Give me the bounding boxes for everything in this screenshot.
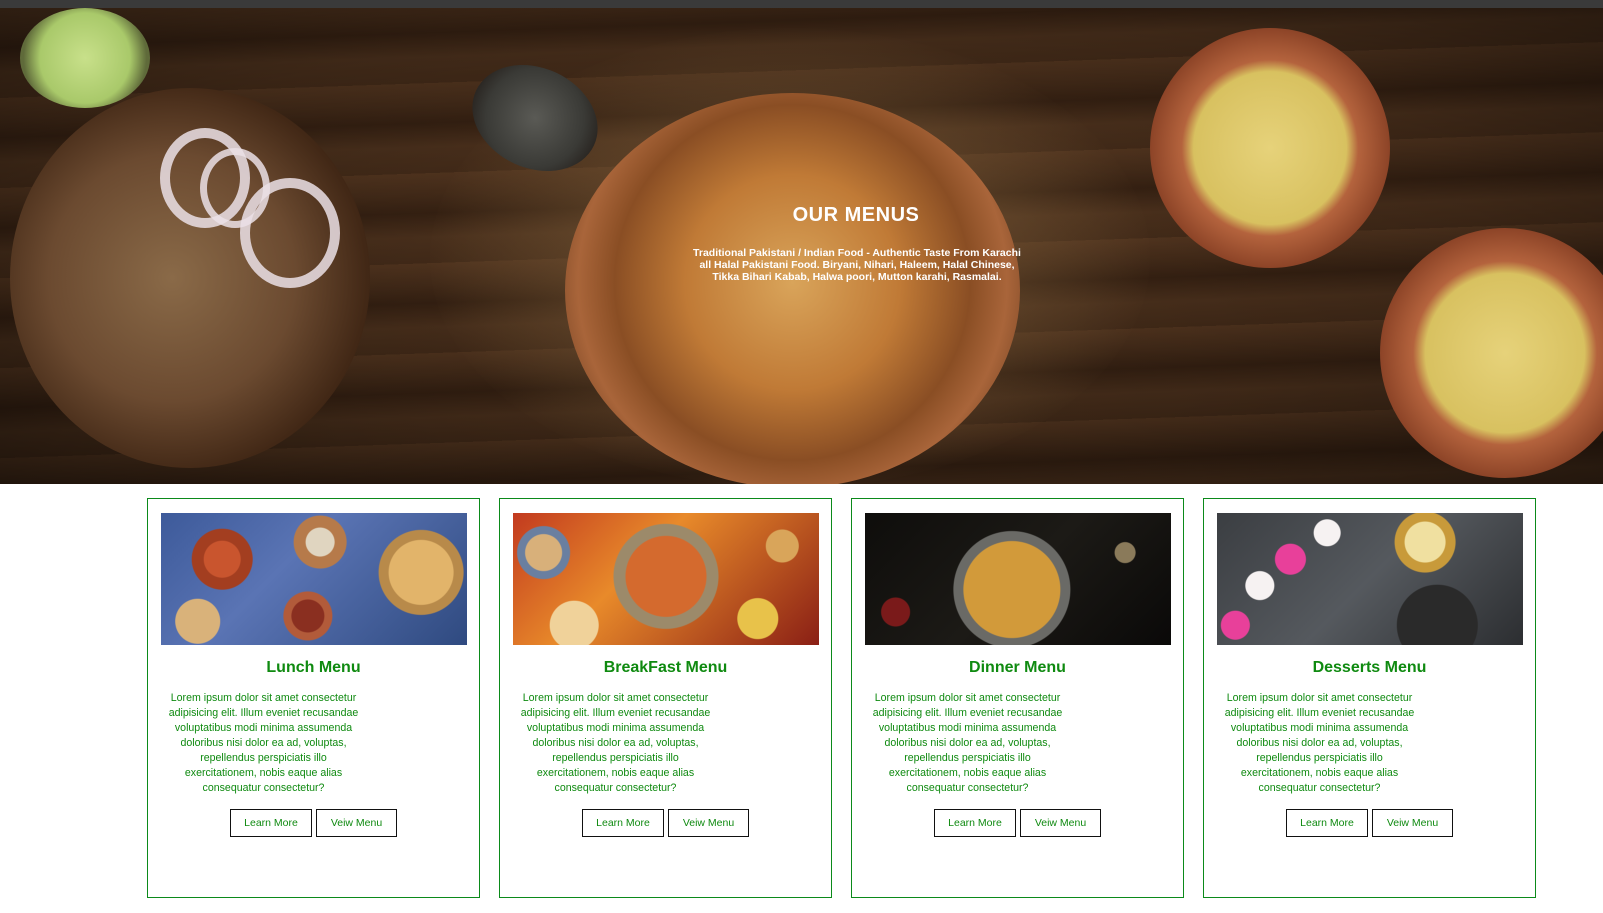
breakfast-menu-image [513,513,819,645]
view-menu-button[interactable]: Veiw Menu [1372,809,1453,837]
view-menu-button[interactable]: Veiw Menu [1020,809,1101,837]
menu-card-dinner: Dinner Menu Lorem ipsum dolor sit amet c… [851,498,1184,898]
card-title: Desserts Menu [1312,659,1427,676]
card-description: Lorem ipsum dolor sit amet consectetur a… [168,692,359,794]
card-buttons: Learn More Veiw Menu [582,809,782,837]
menu-card-lunch: Lunch Menu Lorem ipsum dolor sit amet co… [147,498,480,898]
learn-more-button[interactable]: Learn More [1286,809,1368,837]
menu-card-breakfast: BreakFast Menu Lorem ipsum dolor sit ame… [499,498,832,898]
dinner-menu-image [865,513,1171,645]
hero-text-overlay: OUR MENUS Traditional Pakistani / Indian… [0,8,1603,484]
card-description: Lorem ipsum dolor sit amet consectetur a… [520,692,711,794]
card-description: Lorem ipsum dolor sit amet consectetur a… [872,692,1063,794]
view-menu-button[interactable]: Veiw Menu [316,809,397,837]
view-menu-button[interactable]: Veiw Menu [668,809,749,837]
browser-top-bar [0,0,1603,8]
hero-description: Traditional Pakistani / Indian Food - Au… [693,247,1021,283]
learn-more-button[interactable]: Learn More [934,809,1016,837]
card-buttons: Learn More Veiw Menu [230,809,430,837]
card-title: Lunch Menu [266,659,361,676]
card-title: BreakFast Menu [603,659,728,676]
menu-cards-section: Lunch Menu Lorem ipsum dolor sit amet co… [0,484,1603,913]
page-title: OUR MENUS [792,204,920,226]
learn-more-button[interactable]: Learn More [230,809,312,837]
desserts-menu-image [1217,513,1523,645]
menu-card-desserts: Desserts Menu Lorem ipsum dolor sit amet… [1203,498,1536,898]
card-buttons: Learn More Veiw Menu [934,809,1134,837]
hero-banner: OUR MENUS Traditional Pakistani / Indian… [0,8,1603,484]
learn-more-button[interactable]: Learn More [582,809,664,837]
lunch-menu-image [161,513,467,645]
card-description: Lorem ipsum dolor sit amet consectetur a… [1224,692,1415,794]
card-buttons: Learn More Veiw Menu [1286,809,1486,837]
card-title: Dinner Menu [969,659,1066,676]
